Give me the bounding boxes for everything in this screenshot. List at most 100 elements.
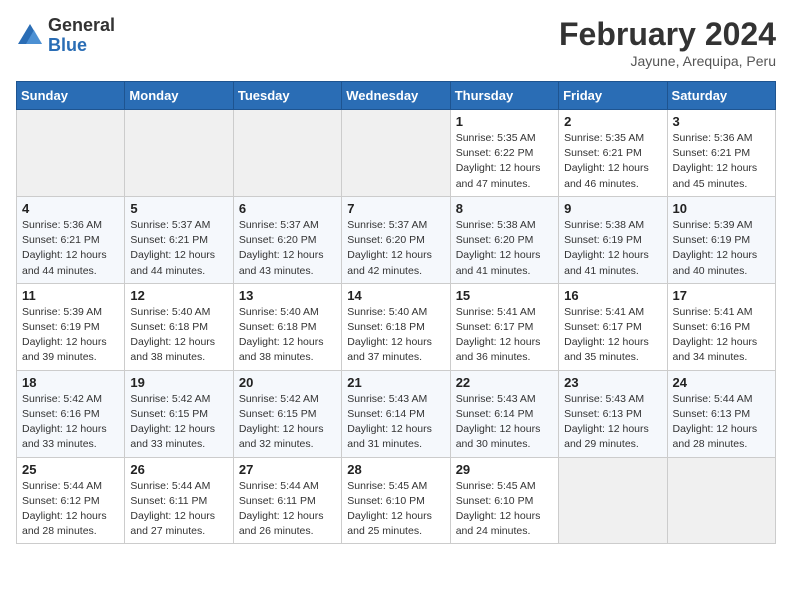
day-cell: 25Sunrise: 5:44 AMSunset: 6:12 PMDayligh… — [17, 457, 125, 544]
day-cell: 9 Sunrise: 5:38 AMSunset: 6:19 PMDaylight… — [559, 196, 667, 283]
day-cell: 10 Sunrise: 5:39 AMSunset: 6:19 PMDayligh… — [667, 196, 775, 283]
week-row-5: 25Sunrise: 5:44 AMSunset: 6:12 PMDayligh… — [17, 457, 776, 544]
day-number: 3 — [673, 114, 770, 129]
day-cell: 29 Sunrise: 5:45 AMSunset: 6:10 PMDayligh… — [450, 457, 558, 544]
day-cell — [667, 457, 775, 544]
day-number: 23 — [564, 375, 661, 390]
day-number: 17 — [673, 288, 770, 303]
day-info: Sunrise: 5:45 AMSunset: 6:10 PMDaylight:… — [456, 479, 553, 540]
day-info: Sunrise: 5:40 AMSunset: 6:18 PMDaylight:… — [239, 305, 336, 366]
calendar-table: SundayMondayTuesdayWednesdayThursdayFrid… — [16, 81, 776, 544]
day-header-friday: Friday — [559, 82, 667, 110]
calendar-header: SundayMondayTuesdayWednesdayThursdayFrid… — [17, 82, 776, 110]
day-number: 4 — [22, 201, 119, 216]
day-info: Sunrise: 5:36 AMSunset: 6:21 PMDaylight:… — [22, 218, 119, 279]
day-cell: 1 Sunrise: 5:35 AMSunset: 6:22 PMDaylight… — [450, 110, 558, 197]
day-info: Sunrise: 5:44 AMSunset: 6:13 PMDaylight:… — [673, 392, 770, 453]
logo: General Blue — [16, 16, 115, 56]
day-number: 13 — [239, 288, 336, 303]
day-info: Sunrise: 5:43 AMSunset: 6:13 PMDaylight:… — [564, 392, 661, 453]
day-number: 27 — [239, 462, 336, 477]
day-info: Sunrise: 5:40 AMSunset: 6:18 PMDaylight:… — [347, 305, 444, 366]
day-header-tuesday: Tuesday — [233, 82, 341, 110]
day-cell: 24Sunrise: 5:44 AMSunset: 6:13 PMDayligh… — [667, 370, 775, 457]
day-cell — [342, 110, 450, 197]
day-cell: 16Sunrise: 5:41 AMSunset: 6:17 PMDayligh… — [559, 283, 667, 370]
day-header-saturday: Saturday — [667, 82, 775, 110]
day-cell: 23 Sunrise: 5:43 AMSunset: 6:13 PMDayligh… — [559, 370, 667, 457]
day-header-thursday: Thursday — [450, 82, 558, 110]
day-number: 12 — [130, 288, 227, 303]
day-cell — [17, 110, 125, 197]
title-area: February 2024 Jayune, Arequipa, Peru — [559, 16, 776, 69]
day-cell: 28 Sunrise: 5:45 AMSunset: 6:10 PMDayligh… — [342, 457, 450, 544]
day-header-wednesday: Wednesday — [342, 82, 450, 110]
logo-icon — [16, 22, 44, 50]
day-info: Sunrise: 5:41 AMSunset: 6:17 PMDaylight:… — [456, 305, 553, 366]
day-cell: 19Sunrise: 5:42 AMSunset: 6:15 PMDayligh… — [125, 370, 233, 457]
day-info: Sunrise: 5:39 AMSunset: 6:19 PMDaylight:… — [22, 305, 119, 366]
day-info: Sunrise: 5:42 AMSunset: 6:16 PMDaylight:… — [22, 392, 119, 453]
day-info: Sunrise: 5:36 AMSunset: 6:21 PMDaylight:… — [673, 131, 770, 192]
day-number: 29 — [456, 462, 553, 477]
day-cell: 26Sunrise: 5:44 AMSunset: 6:11 PMDayligh… — [125, 457, 233, 544]
day-cell: 20 Sunrise: 5:42 AMSunset: 6:15 PMDayligh… — [233, 370, 341, 457]
day-number: 28 — [347, 462, 444, 477]
day-info: Sunrise: 5:41 AMSunset: 6:16 PMDaylight:… — [673, 305, 770, 366]
day-number: 9 — [564, 201, 661, 216]
day-info: Sunrise: 5:44 AMSunset: 6:11 PMDaylight:… — [130, 479, 227, 540]
day-info: Sunrise: 5:40 AMSunset: 6:18 PMDaylight:… — [130, 305, 227, 366]
day-number: 22 — [456, 375, 553, 390]
day-cell: 3 Sunrise: 5:36 AMSunset: 6:21 PMDaylight… — [667, 110, 775, 197]
week-row-2: 4 Sunrise: 5:36 AMSunset: 6:21 PMDaylight… — [17, 196, 776, 283]
week-row-1: 1 Sunrise: 5:35 AMSunset: 6:22 PMDaylight… — [17, 110, 776, 197]
day-cell: 14 Sunrise: 5:40 AMSunset: 6:18 PMDayligh… — [342, 283, 450, 370]
day-info: Sunrise: 5:37 AMSunset: 6:20 PMDaylight:… — [347, 218, 444, 279]
day-cell: 22 Sunrise: 5:43 AMSunset: 6:14 PMDayligh… — [450, 370, 558, 457]
day-info: Sunrise: 5:43 AMSunset: 6:14 PMDaylight:… — [347, 392, 444, 453]
logo-general-text: General — [48, 16, 115, 36]
day-info: Sunrise: 5:41 AMSunset: 6:17 PMDaylight:… — [564, 305, 661, 366]
day-number: 7 — [347, 201, 444, 216]
day-info: Sunrise: 5:42 AMSunset: 6:15 PMDaylight:… — [239, 392, 336, 453]
day-cell: 6 Sunrise: 5:37 AMSunset: 6:20 PMDaylight… — [233, 196, 341, 283]
day-info: Sunrise: 5:39 AMSunset: 6:19 PMDaylight:… — [673, 218, 770, 279]
day-cell — [125, 110, 233, 197]
logo-blue-text: Blue — [48, 36, 115, 56]
day-cell: 5 Sunrise: 5:37 AMSunset: 6:21 PMDaylight… — [125, 196, 233, 283]
day-cell — [233, 110, 341, 197]
day-number: 5 — [130, 201, 227, 216]
day-info: Sunrise: 5:44 AMSunset: 6:11 PMDaylight:… — [239, 479, 336, 540]
day-cell: 15 Sunrise: 5:41 AMSunset: 6:17 PMDayligh… — [450, 283, 558, 370]
day-cell: 18 Sunrise: 5:42 AMSunset: 6:16 PMDayligh… — [17, 370, 125, 457]
day-info: Sunrise: 5:35 AMSunset: 6:22 PMDaylight:… — [456, 131, 553, 192]
day-number: 6 — [239, 201, 336, 216]
week-row-4: 18 Sunrise: 5:42 AMSunset: 6:16 PMDayligh… — [17, 370, 776, 457]
day-number: 11 — [22, 288, 119, 303]
calendar-title: February 2024 — [559, 16, 776, 53]
day-info: Sunrise: 5:43 AMSunset: 6:14 PMDaylight:… — [456, 392, 553, 453]
header: General Blue February 2024 Jayune, Arequ… — [16, 16, 776, 69]
day-cell: 7 Sunrise: 5:37 AMSunset: 6:20 PMDaylight… — [342, 196, 450, 283]
day-info: Sunrise: 5:37 AMSunset: 6:20 PMDaylight:… — [239, 218, 336, 279]
day-cell: 21 Sunrise: 5:43 AMSunset: 6:14 PMDayligh… — [342, 370, 450, 457]
calendar-subtitle: Jayune, Arequipa, Peru — [559, 53, 776, 69]
day-number: 14 — [347, 288, 444, 303]
day-number: 20 — [239, 375, 336, 390]
day-number: 15 — [456, 288, 553, 303]
day-info: Sunrise: 5:37 AMSunset: 6:21 PMDaylight:… — [130, 218, 227, 279]
day-cell — [559, 457, 667, 544]
day-info: Sunrise: 5:35 AMSunset: 6:21 PMDaylight:… — [564, 131, 661, 192]
day-info: Sunrise: 5:38 AMSunset: 6:19 PMDaylight:… — [564, 218, 661, 279]
day-header-sunday: Sunday — [17, 82, 125, 110]
calendar-body: 1 Sunrise: 5:35 AMSunset: 6:22 PMDaylight… — [17, 110, 776, 544]
day-number: 21 — [347, 375, 444, 390]
day-number: 1 — [456, 114, 553, 129]
day-cell: 2Sunrise: 5:35 AMSunset: 6:21 PMDaylight… — [559, 110, 667, 197]
day-cell: 11 Sunrise: 5:39 AMSunset: 6:19 PMDayligh… — [17, 283, 125, 370]
day-cell: 12 Sunrise: 5:40 AMSunset: 6:18 PMDayligh… — [125, 283, 233, 370]
day-number: 18 — [22, 375, 119, 390]
day-info: Sunrise: 5:45 AMSunset: 6:10 PMDaylight:… — [347, 479, 444, 540]
day-number: 10 — [673, 201, 770, 216]
days-of-week-row: SundayMondayTuesdayWednesdayThursdayFrid… — [17, 82, 776, 110]
